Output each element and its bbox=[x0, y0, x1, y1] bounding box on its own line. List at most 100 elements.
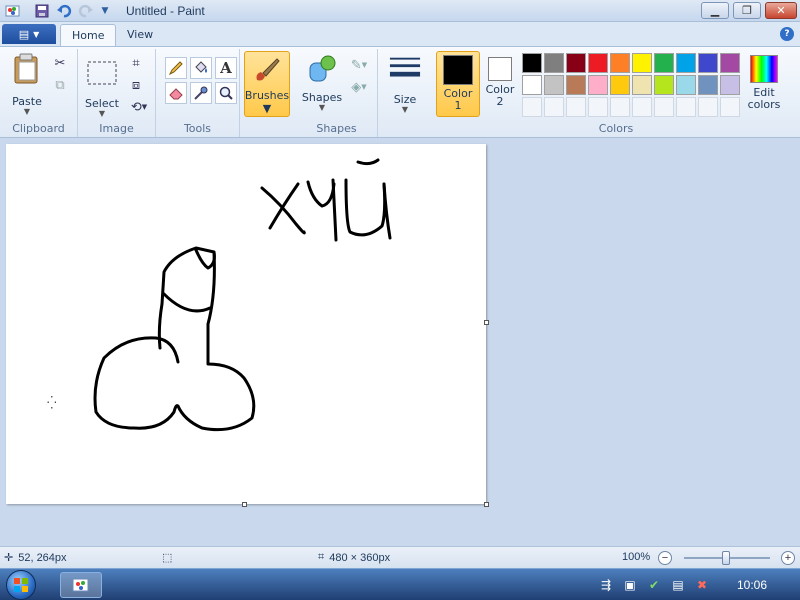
shapes-group: Shapes ▼ ✎ ▼ ◈ ▼ Shapes bbox=[296, 49, 378, 137]
drawing-canvas[interactable] bbox=[6, 144, 486, 504]
palette-color-swatch[interactable] bbox=[588, 75, 608, 95]
palette-color-swatch[interactable] bbox=[676, 53, 696, 73]
color-palette bbox=[522, 53, 740, 117]
volume-muted-icon[interactable]: ✖ bbox=[694, 577, 710, 593]
rotate-icon[interactable]: ⟲ ▼ bbox=[126, 97, 152, 117]
paint-app-icon bbox=[72, 578, 89, 592]
outline-icon[interactable]: ✎ ▼ bbox=[346, 55, 372, 75]
palette-color-swatch[interactable] bbox=[720, 75, 740, 95]
palette-color-swatch[interactable] bbox=[720, 53, 740, 73]
security-icon[interactable]: ✔ bbox=[646, 577, 662, 593]
usb-icon[interactable]: ⇶ bbox=[598, 577, 614, 593]
palette-color-swatch[interactable] bbox=[610, 75, 630, 95]
image-group: Select ▼ ⌗ ⧈ ⟲ ▼ Image bbox=[78, 49, 156, 137]
chevron-down-icon: ▼ bbox=[318, 103, 326, 112]
pencil-icon[interactable] bbox=[165, 57, 187, 79]
zoom-in-icon[interactable]: + bbox=[781, 551, 795, 565]
palette-custom-slot[interactable] bbox=[720, 97, 740, 117]
help-icon[interactable]: ? bbox=[780, 27, 794, 41]
palette-color-swatch[interactable] bbox=[544, 53, 564, 73]
taskbar: ⇶ ▣ ✔ ▤ ✖ 10:06 bbox=[0, 568, 800, 600]
palette-color-swatch[interactable] bbox=[654, 53, 674, 73]
eraser-icon[interactable] bbox=[165, 82, 187, 104]
zoom-level: 100% bbox=[622, 551, 651, 563]
restore-icon: ❐ bbox=[742, 4, 752, 17]
palette-color-swatch[interactable] bbox=[566, 75, 586, 95]
palette-custom-slot[interactable] bbox=[698, 97, 718, 117]
zoom-slider-thumb[interactable] bbox=[722, 551, 730, 565]
action-center-icon[interactable]: ▣ bbox=[622, 577, 638, 593]
palette-color-swatch[interactable] bbox=[654, 75, 674, 95]
palette-color-swatch[interactable] bbox=[522, 53, 542, 73]
resize-handle-corner[interactable] bbox=[484, 502, 489, 507]
palette-color-swatch[interactable] bbox=[522, 75, 542, 95]
fill-shape-icon[interactable]: ◈ ▼ bbox=[346, 77, 372, 97]
undo-icon[interactable] bbox=[56, 3, 72, 19]
text-icon[interactable]: A bbox=[215, 57, 237, 79]
copy-icon[interactable]: ⧉ bbox=[50, 75, 70, 95]
palette-color-swatch[interactable] bbox=[610, 53, 630, 73]
minimize-button[interactable]: ▁ bbox=[701, 2, 729, 19]
palette-custom-slot[interactable] bbox=[566, 97, 586, 117]
resize-icon[interactable]: ⧈ bbox=[126, 75, 146, 95]
save-icon[interactable] bbox=[34, 3, 50, 19]
select-button[interactable]: Select ▼ bbox=[84, 57, 120, 118]
palette-color-swatch[interactable] bbox=[588, 53, 608, 73]
crosshair-cursor-icon: ⁛ bbox=[47, 396, 57, 410]
taskbar-paint-button[interactable] bbox=[60, 572, 102, 598]
customize-qat-icon[interactable]: ▼ bbox=[99, 3, 111, 19]
palette-color-swatch[interactable] bbox=[632, 53, 652, 73]
palette-custom-slot[interactable] bbox=[610, 97, 630, 117]
resize-handle-right[interactable] bbox=[484, 320, 489, 325]
restore-button[interactable]: ❐ bbox=[733, 2, 761, 19]
brush-icon bbox=[251, 54, 283, 89]
palette-color-swatch[interactable] bbox=[676, 75, 696, 95]
color-picker-icon[interactable] bbox=[190, 82, 212, 104]
palette-custom-slot[interactable] bbox=[676, 97, 696, 117]
chevron-down-icon: ▼ bbox=[98, 109, 106, 118]
resize-handle-bottom[interactable] bbox=[242, 502, 247, 507]
paint-menu-button[interactable]: ▤ ▼ bbox=[2, 24, 56, 44]
close-button[interactable]: ✕ bbox=[765, 2, 797, 19]
palette-custom-slot[interactable] bbox=[654, 97, 674, 117]
network-icon[interactable]: ▤ bbox=[670, 577, 686, 593]
clock[interactable]: 10:06 bbox=[737, 578, 767, 592]
ribbon-tab-row: ▤ ▼ Home View ? bbox=[0, 22, 800, 46]
palette-color-swatch[interactable] bbox=[698, 53, 718, 73]
palette-custom-slot[interactable] bbox=[544, 97, 564, 117]
palette-custom-slot[interactable] bbox=[522, 97, 542, 117]
edit-colors-icon bbox=[750, 55, 778, 83]
cursor-position: ✛ 52, 264px bbox=[4, 551, 67, 565]
size-button[interactable]: Size ▼ bbox=[386, 53, 424, 114]
magnifier-icon[interactable] bbox=[215, 82, 237, 104]
size-group: Size ▼ bbox=[378, 49, 432, 137]
color1-button[interactable]: Color 1 bbox=[436, 51, 480, 117]
tab-home[interactable]: Home bbox=[60, 24, 117, 46]
crop-icon[interactable]: ⌗ bbox=[126, 53, 146, 73]
palette-custom-slot[interactable] bbox=[588, 97, 608, 117]
palette-custom-slot[interactable] bbox=[632, 97, 652, 117]
color2-swatch bbox=[488, 57, 512, 81]
window-title: Untitled - Paint bbox=[126, 4, 205, 18]
paint-app-icon[interactable] bbox=[4, 3, 22, 19]
redo-icon[interactable] bbox=[78, 3, 94, 19]
color2-button[interactable]: Color 2 bbox=[478, 51, 522, 117]
palette-color-swatch[interactable] bbox=[698, 75, 718, 95]
palette-color-swatch[interactable] bbox=[632, 75, 652, 95]
shapes-button[interactable]: Shapes ▼ bbox=[302, 53, 342, 112]
fill-icon[interactable] bbox=[190, 57, 212, 79]
start-button[interactable] bbox=[6, 570, 36, 600]
tab-view[interactable]: View bbox=[116, 24, 164, 46]
brushes-button[interactable]: Brushes ▼ bbox=[244, 51, 290, 117]
edit-colors-button[interactable]: Edit colors bbox=[744, 51, 784, 117]
selection-size: ⬚ bbox=[162, 551, 172, 564]
palette-color-swatch[interactable] bbox=[566, 53, 586, 73]
color1-swatch bbox=[443, 55, 473, 85]
chevron-down-icon: ▼ bbox=[23, 107, 31, 116]
zoom-out-icon[interactable]: − bbox=[658, 551, 672, 565]
palette-color-swatch[interactable] bbox=[544, 75, 564, 95]
paste-button[interactable]: Paste ▼ bbox=[8, 53, 46, 116]
status-bar: ✛ 52, 264px ⬚ ⌗ 480 × 360px 100% − + bbox=[0, 546, 800, 568]
cut-icon[interactable]: ✂ bbox=[50, 53, 70, 73]
chevron-down-icon: ▼ bbox=[33, 29, 40, 39]
